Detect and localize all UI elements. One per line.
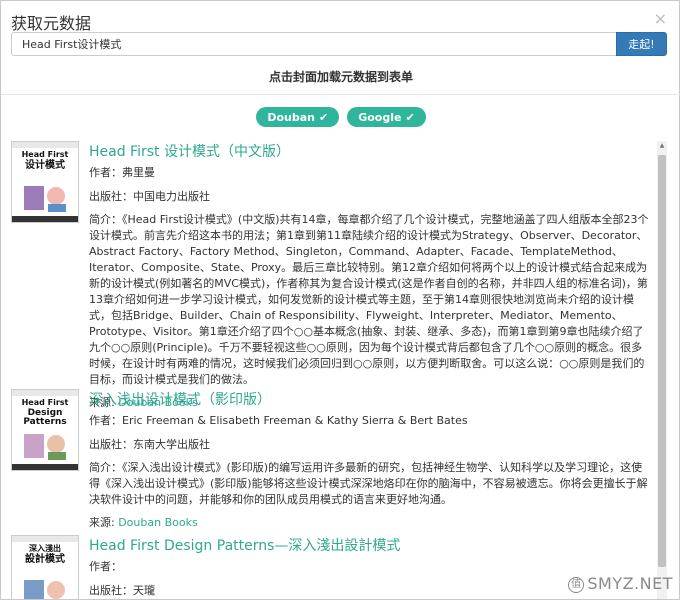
close-icon[interactable]: × [654, 9, 667, 28]
publisher-label: 出版社： [89, 190, 133, 203]
dialog-title: 获取元数据 [11, 14, 92, 33]
author-line: 作者：Eric Freeman & Elisabeth Freeman & Ka… [89, 413, 651, 429]
publisher-label: 出版社： [89, 438, 133, 451]
watermark: 值 SMYZ.NET [568, 574, 673, 593]
summary-text: 简介：《Head First设计模式》(中文版)共有14章，每章都介绍了几个设计… [89, 212, 651, 388]
author-value: 弗里曼 [122, 166, 155, 179]
source-toggle-google[interactable]: Google ✔ [347, 107, 426, 127]
source-label: 来源: [89, 516, 119, 529]
author-line: 作者：弗里曼 [89, 165, 651, 181]
summary-text: 简介：《深入浅出设计模式》(影印版)的编写运用许多最新的研究，包括神经生物学、认… [89, 460, 651, 508]
summary-label: 简介： [89, 461, 122, 474]
result-info: Head First Design Patterns—深入淺出設計模式 作者： … [89, 535, 651, 599]
book-cover[interactable]: Head First 设计模式 [11, 141, 79, 223]
cover-title: Head First [21, 150, 69, 159]
author-label: 作者： [89, 414, 122, 427]
author-value: Eric Freeman & Elisabeth Freeman & Kathy… [122, 414, 468, 427]
publisher-line: 出版社：中国电力出版社 [89, 189, 651, 205]
book-cover[interactable]: Head First Design Patterns [11, 389, 79, 471]
publisher-line: 出版社：天瓏 [89, 583, 651, 599]
search-row: 走起! [11, 32, 667, 56]
author-line: 作者： [89, 559, 651, 575]
source-toggle-douban[interactable]: Douban ✔ [256, 107, 340, 127]
cover-illustration [24, 186, 66, 212]
cover-illustration [24, 434, 66, 460]
scroll-up-icon[interactable]: ▲ [657, 141, 667, 151]
go-button[interactable]: 走起! [616, 32, 667, 56]
divider [1, 94, 680, 95]
source-line: 来源: Douban Books [89, 515, 651, 531]
book-cover[interactable]: 深入淺出 設計模式 [11, 535, 79, 599]
result-info: Head First 设计模式（中文版） 作者：弗里曼 出版社：中国电力出版社 … [89, 141, 651, 411]
book-title-link[interactable]: Head First 设计模式（中文版） [89, 143, 651, 161]
cover-title: 深入淺出 [29, 544, 61, 553]
check-icon: ✔ [405, 110, 415, 124]
cover-subtitle: 設計模式 [25, 554, 65, 565]
summary-value: 《深入浅出设计模式》(影印版)的编写运用许多最新的研究，包括神经生物学、认知科学… [89, 461, 648, 506]
check-icon: ✔ [318, 110, 329, 124]
results-scrollbar[interactable]: ▲ [657, 141, 667, 599]
cover-subtitle: Design Patterns [23, 408, 67, 427]
publisher-label: 出版社： [89, 584, 133, 597]
source-toggle-label: Google [358, 110, 402, 124]
publisher-value: 天瓏 [133, 584, 155, 597]
publisher-value: 东南大学出版社 [133, 438, 210, 451]
watermark-text: SMYZ.NET [587, 574, 673, 593]
author-label: 作者： [89, 166, 122, 179]
search-input[interactable] [11, 32, 616, 56]
summary-value: 《Head First设计模式》(中文版)共有14章，每章都介绍了几个设计模式，… [89, 213, 649, 386]
watermark-logo-icon: 值 [568, 576, 585, 593]
book-title-link[interactable]: 深入浅出设计模式（影印版） [89, 391, 651, 409]
source-toggle-label: Douban [267, 110, 315, 124]
author-label: 作者： [89, 560, 122, 573]
scroll-thumb[interactable] [658, 155, 666, 567]
source-toggles: Douban ✔ Google ✔ [1, 107, 680, 127]
cover-subtitle: 设计模式 [25, 160, 65, 171]
cover-illustration [24, 580, 65, 599]
hint-text: 点击封面加载元数据到表单 [268, 70, 413, 84]
results-list: Head First 设计模式 Head First 设计模式（中文版） 作者：… [11, 139, 657, 599]
metadata-dialog: 获取元数据 × 走起! 点击封面加载元数据到表单 Douban ✔ Google… [0, 0, 680, 600]
publisher-value: 中国电力出版社 [133, 190, 210, 203]
source-link[interactable]: Douban Books [118, 516, 197, 529]
result-info: 深入浅出设计模式（影印版） 作者：Eric Freeman & Elisabet… [89, 389, 651, 531]
publisher-line: 出版社：东南大学出版社 [89, 437, 651, 453]
cover-title: Head First [21, 398, 69, 407]
book-title-link[interactable]: Head First Design Patterns—深入淺出設計模式 [89, 537, 651, 555]
summary-label: 简介： [89, 213, 122, 226]
